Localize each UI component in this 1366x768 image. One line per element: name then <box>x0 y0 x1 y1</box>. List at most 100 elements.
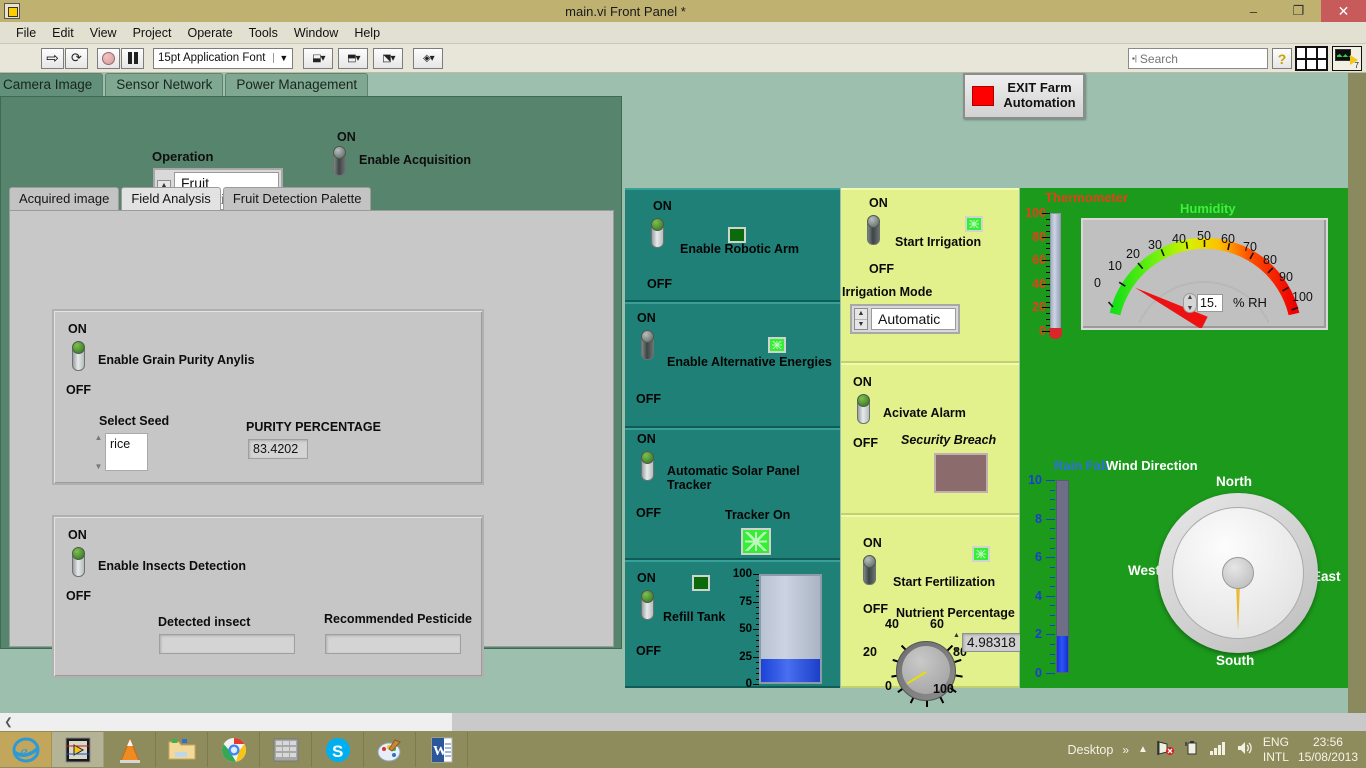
taskbar-paint-icon[interactable] <box>364 732 416 767</box>
help-button[interactable]: ? <box>1272 48 1292 69</box>
rainfall-tick-6: 6 <box>1035 550 1042 565</box>
tab-acquired-image[interactable]: Acquired image <box>9 187 120 211</box>
align-objects-button[interactable]: ⬓▾ <box>303 47 334 69</box>
enable-robotic-arm-toggle[interactable] <box>649 218 673 250</box>
refill-tank-toggle[interactable] <box>639 590 663 622</box>
taskbar-labview-icon[interactable] <box>52 732 104 767</box>
humidity-tick-10: 10 <box>1108 259 1122 273</box>
run-button[interactable]: ⇨ <box>41 47 64 69</box>
close-button[interactable]: ✕ <box>1321 0 1366 22</box>
menu-edit[interactable]: Edit <box>44 24 82 42</box>
menu-project[interactable]: Project <box>125 24 180 42</box>
select-seed-value[interactable]: rice <box>105 433 148 471</box>
window-pane-grid-icon[interactable] <box>1295 46 1328 71</box>
distribute-objects-button[interactable]: ⬒▾ <box>338 47 369 69</box>
robotic-arm-off-label: OFF <box>647 277 672 291</box>
scroll-left-icon[interactable]: ❮ <box>0 713 17 731</box>
rainfall-tube <box>1056 480 1069 673</box>
resize-objects-button[interactable]: ⬔▾ <box>373 47 404 69</box>
enable-insects-detection-toggle[interactable] <box>70 547 94 579</box>
clock-time: 23:56 <box>1312 734 1343 749</box>
taskbar-word-icon[interactable]: W <box>416 732 468 767</box>
menu-tools[interactable]: Tools <box>241 24 286 42</box>
reorder-button[interactable]: ◈▾ <box>413 47 444 69</box>
humidity-value-control[interactable]: ▲ ▼ 15. <box>1183 293 1223 313</box>
volume-icon[interactable] <box>1236 740 1254 759</box>
irrigation-mode-value[interactable]: Automatic <box>871 308 956 330</box>
show-desktop-label[interactable]: Desktop <box>1067 743 1113 757</box>
fertilization-section: ON Start Fertilization OFF Nutrient Perc… <box>841 515 1035 707</box>
grain-purity-cluster: ON Enable Grain Purity Anylis OFF Select… <box>52 309 484 485</box>
insects-off-label: OFF <box>66 589 91 603</box>
menu-file[interactable]: File <box>8 24 44 42</box>
tab-fruit-detection-palette[interactable]: Fruit Detection Palette <box>222 187 372 211</box>
enable-grain-purity-toggle[interactable] <box>70 341 94 373</box>
nutrient-value[interactable]: 4.98318 <box>962 633 1021 652</box>
tray-overflow-icon[interactable]: » <box>1122 743 1129 757</box>
exit-farm-automation-button[interactable]: EXIT Farm Automation <box>963 73 1085 119</box>
menu-view[interactable]: View <box>82 24 125 42</box>
abort-execution-button[interactable] <box>97 47 120 69</box>
sensor-network-panel: Thermometer 100806040200 Humidity <box>1020 188 1348 688</box>
font-selector[interactable]: 15pt Application Font ▼ <box>153 47 294 69</box>
scrollbar-rest[interactable] <box>452 713 1366 731</box>
system-tray: Desktop » ▲ ENG INTL 23:56 15/08/2013 <box>1067 735 1366 765</box>
acq-on-label: ON <box>337 130 356 144</box>
menu-window[interactable]: Window <box>286 24 346 42</box>
signal-strength-icon[interactable] <box>1209 741 1227 758</box>
activate-alarm-toggle[interactable] <box>855 394 879 426</box>
field-analysis-page: ON Enable Grain Purity Anylis OFF Select… <box>9 210 614 678</box>
irrigation-mode-spinner[interactable]: ▲ ▼ <box>854 308 868 330</box>
automatic-solar-panel-tracker-toggle[interactable] <box>639 451 663 483</box>
enable-acquisition-toggle[interactable] <box>331 146 355 178</box>
search-box[interactable]: ▪| <box>1128 48 1308 69</box>
humidity-tick-20: 20 <box>1126 247 1140 261</box>
labview-vi-icon[interactable]: 7 <box>1332 46 1362 71</box>
enable-alternative-energies-toggle[interactable] <box>639 330 663 362</box>
tray-expand-icon[interactable]: ▲ <box>1138 744 1148 755</box>
restore-button[interactable]: ❐ <box>1276 0 1321 22</box>
tab-power-management[interactable]: Power Management <box>225 73 369 97</box>
tab-sensor-network[interactable]: Sensor Network <box>105 73 224 97</box>
svg-text:W: W <box>433 744 447 759</box>
scrollbar-track[interactable] <box>17 713 1366 731</box>
tank-tick-0: 0 <box>745 678 752 690</box>
activate-alarm-label: Acivate Alarm <box>883 406 966 420</box>
pause-button[interactable] <box>121 47 144 69</box>
humidity-unit-label: % RH <box>1233 295 1267 310</box>
clock[interactable]: 23:56 15/08/2013 <box>1298 735 1358 765</box>
tank-scale: 100 75 50 25 0 <box>733 568 759 690</box>
start-irrigation-toggle[interactable] <box>865 215 889 247</box>
alt-energy-off-label: OFF <box>636 392 661 406</box>
language-indicator[interactable]: ENG INTL <box>1263 735 1289 765</box>
menu-help[interactable]: Help <box>346 24 388 42</box>
taskbar-skype-icon[interactable]: S <box>312 732 364 767</box>
tab-camera-image[interactable]: Camera Image <box>0 73 104 97</box>
taskbar-vlc-icon[interactable] <box>104 732 156 767</box>
robotic-arm-led <box>728 227 746 243</box>
minimize-button[interactable]: – <box>1231 0 1276 22</box>
humidity-value-spinner[interactable]: ▲ ▼ <box>1183 293 1197 313</box>
tab-field-analysis[interactable]: Field Analysis <box>121 187 221 211</box>
taskbar-chrome-icon[interactable] <box>208 732 260 767</box>
horizontal-scrollbar[interactable]: ❮ <box>0 713 1366 731</box>
start-fertilization-toggle[interactable] <box>861 555 885 587</box>
battery-icon[interactable] <box>1184 740 1200 759</box>
scrollbar-thumb[interactable] <box>17 713 452 731</box>
select-seed-control[interactable]: ▲ ▼ rice <box>92 433 148 471</box>
humidity-tick-50: 50 <box>1197 229 1211 243</box>
taskbar-file-explorer-icon[interactable] <box>156 732 208 767</box>
select-seed-spinner[interactable]: ▲ ▼ <box>92 433 105 471</box>
chevron-down-icon[interactable]: ▼ <box>273 53 288 63</box>
nutrient-value-spinner[interactable]: ▲ ▼ <box>951 632 962 653</box>
start-irrigation-label: Start Irrigation <box>895 235 982 249</box>
humidity-value[interactable]: 15. <box>1197 294 1223 312</box>
svg-text:e: e <box>20 742 28 761</box>
irrigation-mode-ring[interactable]: ▲ ▼ Automatic <box>850 304 960 334</box>
taskbar-calculator-icon[interactable] <box>260 732 312 767</box>
taskbar-internet-explorer-icon[interactable]: e <box>0 732 52 767</box>
menu-operate[interactable]: Operate <box>179 24 240 42</box>
network-icon[interactable] <box>1157 740 1175 759</box>
insects-on-label: ON <box>68 528 87 542</box>
run-continuously-button[interactable]: ⟳ <box>65 47 88 69</box>
